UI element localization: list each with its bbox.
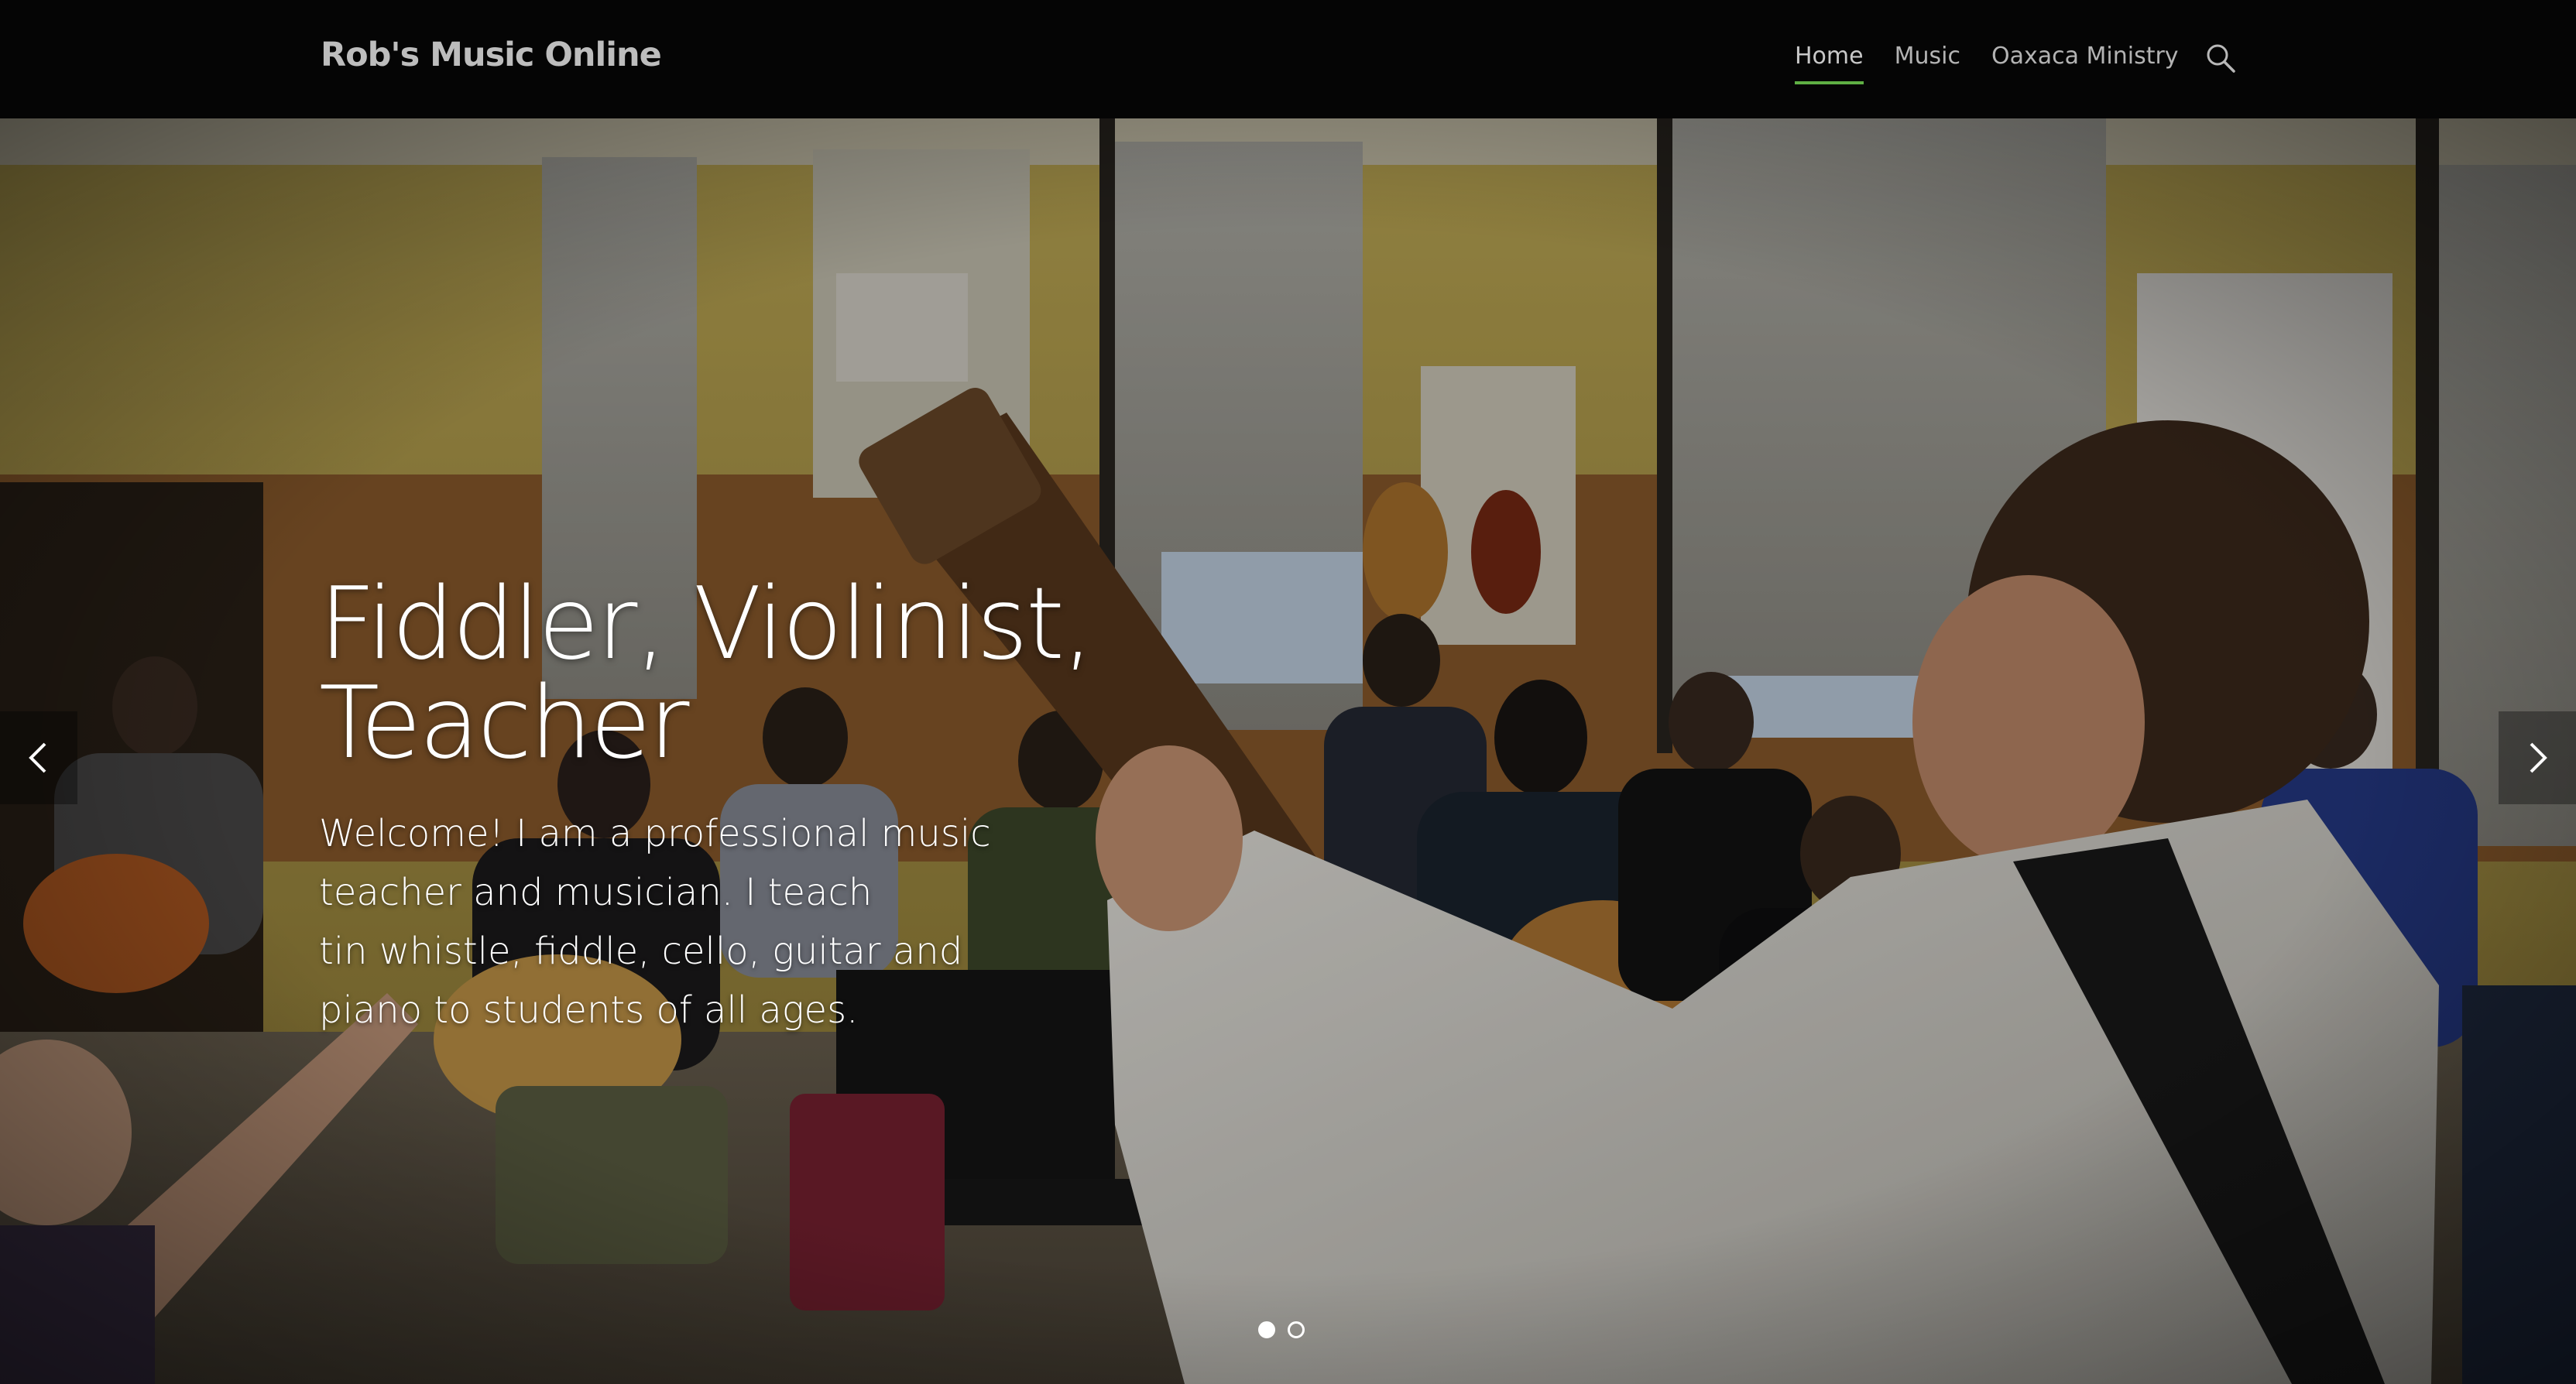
hero-description-line: piano to students of all ages. xyxy=(319,988,859,1032)
nav-item-music[interactable]: Music xyxy=(1895,43,1960,70)
hero-description-line: Welcome! I am a professional music xyxy=(319,812,991,855)
hero-description-line: tin whistle, fiddle, cello, guitar and xyxy=(319,930,963,973)
main-nav: Home Music Oaxaca Ministry xyxy=(1795,43,2210,84)
search-icon[interactable] xyxy=(2205,43,2236,74)
slider-dot-1[interactable] xyxy=(1258,1321,1275,1338)
slider-pagination xyxy=(1258,1321,1305,1338)
hero-title: Fiddler, Violinist, Teacher xyxy=(319,567,1094,781)
slider-next-button[interactable] xyxy=(2499,711,2576,804)
nav-item-oaxaca-ministry[interactable]: Oaxaca Ministry xyxy=(1991,43,2179,70)
slider-prev-button[interactable] xyxy=(0,711,77,804)
nav-item-home[interactable]: Home xyxy=(1795,43,1864,84)
hero-caption: Fiddler, Violinist, Teacher Welcome! I a… xyxy=(319,575,1403,1040)
site-brand[interactable]: Rob's Music Online xyxy=(321,36,662,74)
chevron-left-icon xyxy=(29,742,46,773)
hero-description: Welcome! I am a professional music teach… xyxy=(319,804,991,1040)
chevron-right-icon xyxy=(2530,742,2547,773)
hero-description-line: teacher and musician. I teach xyxy=(319,871,873,914)
hero-slider: Fiddler, Violinist, Teacher Welcome! I a… xyxy=(0,118,2576,1384)
site-header: Rob's Music Online Home Music Oaxaca Min… xyxy=(0,0,2576,118)
slider-dot-2[interactable] xyxy=(1288,1321,1305,1338)
